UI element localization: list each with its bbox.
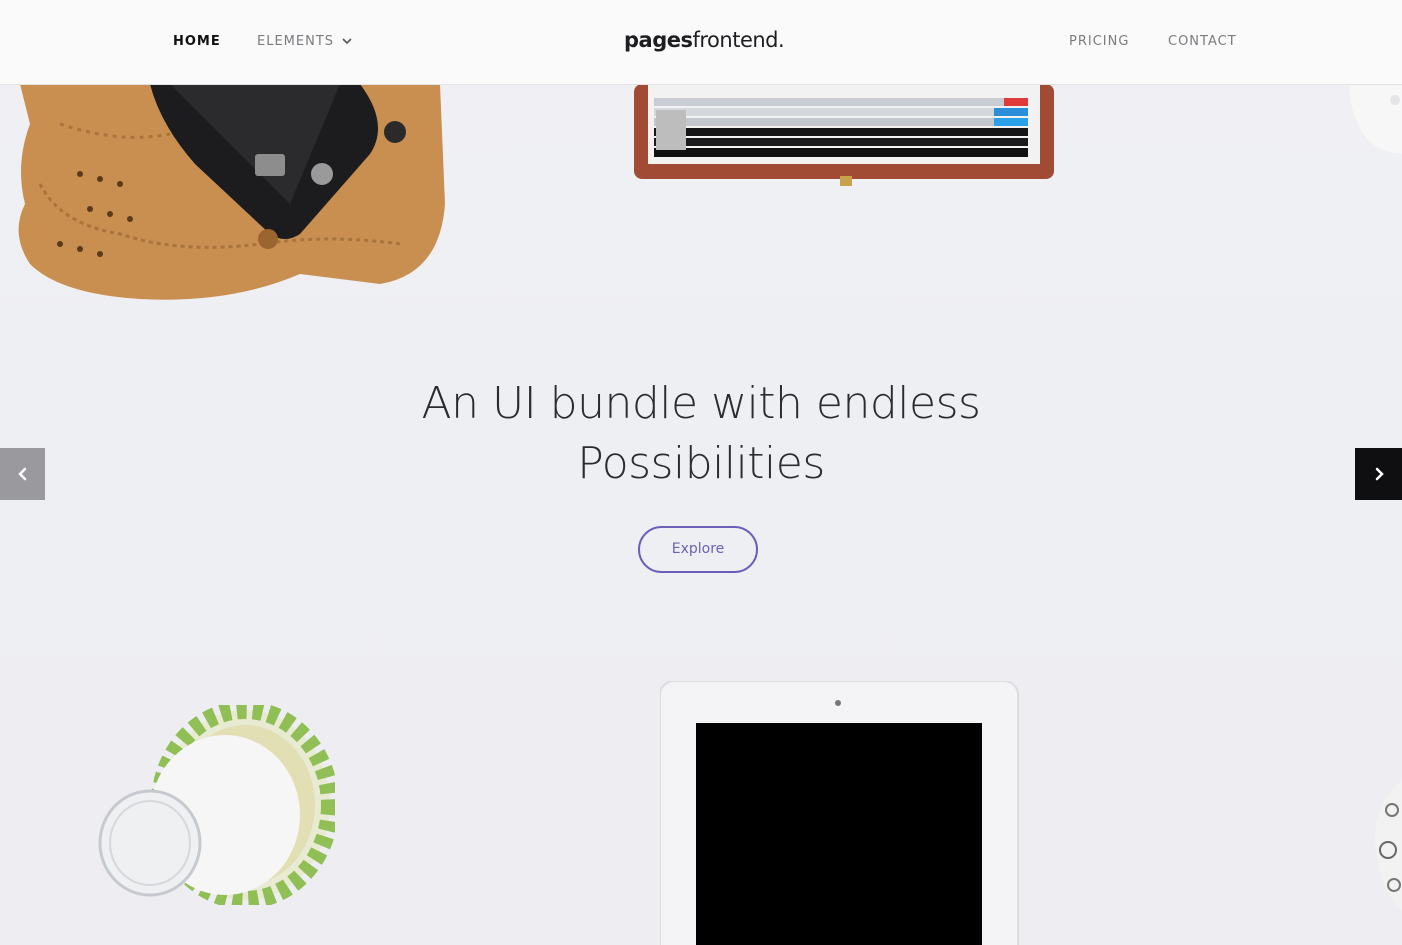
hero-headline-line1: An UI bundle with endless: [421, 378, 981, 429]
gloves-camera-image: [18, 84, 445, 300]
hero-slider: An UI bundle with endless Possibilities …: [0, 0, 1402, 945]
chevron-down-icon[interactable]: [342, 36, 352, 46]
next-slide-button[interactable]: [1355, 448, 1402, 500]
pencil-box-image: [634, 84, 1054, 186]
nav-contact-link[interactable]: CONTACT: [1168, 34, 1237, 49]
explore-button[interactable]: Explore: [638, 526, 758, 573]
logo-light-text: frontend.: [692, 28, 785, 52]
tablet-image: [660, 681, 1019, 945]
hero-headline: An UI bundle with endless Possibilities: [351, 374, 1051, 494]
cup-image: [1375, 780, 1402, 910]
logo-bold-text: pages: [624, 28, 693, 52]
mouse-image: [1349, 84, 1402, 154]
nav-pricing-link[interactable]: PRICING: [1069, 34, 1129, 49]
chevron-right-icon: [1375, 467, 1384, 481]
prev-slide-button[interactable]: [0, 448, 45, 500]
hero-headline-line2: Possibilities: [577, 438, 825, 489]
logo[interactable]: pagesfrontend.: [624, 28, 785, 52]
chevron-left-icon: [17, 467, 26, 481]
site-header: HOME ELEMENTS pagesfrontend. PRICING CON…: [0, 0, 1402, 85]
nav-home-link[interactable]: HOME: [173, 34, 221, 49]
nav-elements-link[interactable]: ELEMENTS: [257, 34, 334, 49]
bottle-image: [98, 705, 335, 905]
